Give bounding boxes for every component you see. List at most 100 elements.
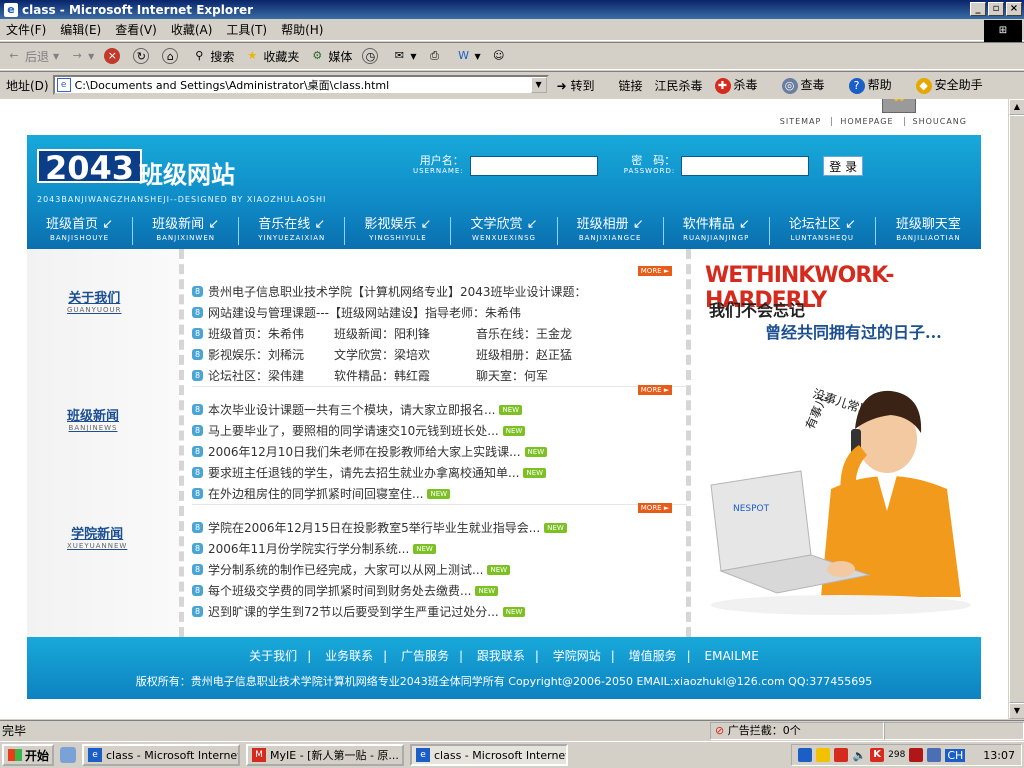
news-item[interactable]: 8 马上要毕业了，要照相的同学请速交10元钱到班长处... NEW (192, 420, 687, 441)
task-myie[interactable]: M MyIE - [新人第一贴 - 原... (246, 744, 404, 766)
address-bar: 地址(D) e C:\Documents and Settings\Admini… (0, 71, 1024, 98)
antivirus-button[interactable]: ✚ 杀毒 (714, 76, 770, 94)
home-button[interactable]: ⌂ (162, 48, 181, 64)
vertical-scrollbar[interactable]: ▲ ▼ (1008, 99, 1024, 719)
minimize-button[interactable]: _ (970, 2, 986, 16)
news-item[interactable]: 8 学分制系统的制作已经完成，大家可以从网上测试... NEW (192, 559, 687, 580)
search-button[interactable]: ⚲ 搜索 (191, 48, 234, 65)
quicklaunch-ie-icon[interactable] (60, 747, 76, 763)
menu-file[interactable]: 文件(F) (6, 21, 46, 38)
more-button-class-news[interactable]: MORE ► (638, 385, 672, 395)
security-assistant-button[interactable]: ◆ 安全助手 (915, 76, 995, 94)
forward-dropdown-icon[interactable]: ▼ (88, 52, 94, 61)
tray-app-icon[interactable] (834, 748, 849, 762)
go-button[interactable]: ➜ 转到 (557, 77, 607, 94)
download-icon[interactable]: ⇊ (882, 99, 916, 113)
section-label-class-news[interactable]: 班级新闻 BANJINEWS (67, 405, 119, 432)
section-subtitle: GUANYUOUR (67, 306, 122, 314)
mail-button[interactable]: ✉ ▼ (391, 48, 417, 64)
maximize-button[interactable]: ▫ (988, 2, 1004, 16)
news-item[interactable]: 8 2006年11月份学院实行学分制系统... NEW (192, 538, 687, 559)
nav-luntanshequ[interactable]: 论坛社区 ↙ LUNTANSHEQU (768, 217, 875, 245)
nav-label: 影视娱乐 (364, 217, 417, 232)
menu-edit[interactable]: 编辑(E) (60, 21, 101, 38)
tray-network-icon[interactable] (927, 748, 942, 762)
news-item[interactable]: 8 学院在2006年12月15日在投影教室5举行毕业生就业指导会... NEW (192, 517, 687, 538)
links-button[interactable]: 链接 (619, 77, 643, 94)
history-button[interactable]: ◷ (362, 48, 381, 64)
nav-banjixinwen[interactable]: 班级新闻 ↙ BANJIXINWEN (132, 217, 238, 245)
news-item[interactable]: 8 2006年12月10日我们朱老师在投影教师给大家上实践课... NEW (192, 441, 687, 462)
start-button[interactable]: 开始 (2, 744, 54, 766)
tray-qq-icon[interactable] (816, 748, 831, 762)
nav-banjishouye[interactable]: 班级首页 ↙ BANJISHOUYE (27, 217, 132, 245)
shoucang-link[interactable]: SHOUCANG (903, 117, 968, 126)
messenger-button[interactable]: ☺ (491, 48, 510, 64)
tray-k-icon[interactable]: K (870, 748, 885, 762)
username-input[interactable] (469, 156, 598, 176)
scroll-down-icon[interactable]: ▼ (1009, 703, 1024, 719)
scroll-thumb[interactable] (1009, 115, 1024, 703)
footer-link-about[interactable]: 关于我们 (239, 649, 307, 663)
news-item[interactable]: 8 迟到旷课的学生到72节以后要受到学生严重记过处分... NEW (192, 601, 687, 622)
back-dropdown-icon[interactable]: ▼ (53, 52, 59, 61)
footer-link-business[interactable]: 业务联系 (315, 649, 383, 663)
footer-link-value-added[interactable]: 增值服务 (619, 649, 687, 663)
more-button-college-news[interactable]: MORE ► (638, 503, 672, 513)
adblock-panel[interactable]: ⊘ 广告拦截：0个 (710, 721, 884, 740)
scan-button[interactable]: ◎ 查毒 (781, 76, 837, 94)
tray-ie-icon[interactable] (798, 748, 813, 762)
help-button[interactable]: ? 帮助 (848, 76, 904, 94)
forward-button[interactable]: → ▼ (69, 48, 95, 64)
edit-button[interactable]: W ▼ (456, 48, 481, 64)
footer-link-college[interactable]: 学院网站 (543, 649, 611, 663)
menu-favorites[interactable]: 收藏(A) (171, 21, 213, 38)
window-controls: _ ▫ × (970, 2, 1022, 16)
nav-yingshiyule[interactable]: 影视娱乐 ↙ YINGSHIYULE (344, 217, 450, 245)
nav-yinyuezaixian[interactable]: 音乐在线 ↙ YINYUEZAIXIAN (238, 217, 344, 245)
media-button[interactable]: ⚙ 媒体 (309, 48, 352, 65)
news-item[interactable]: 8 在外边租房住的同学抓紧时间回寝室住... NEW (192, 483, 687, 504)
refresh-button[interactable]: ↻ (133, 48, 152, 64)
footer-link-contact[interactable]: 跟我联系 (467, 649, 535, 663)
mail-dropdown-icon[interactable]: ▼ (410, 52, 416, 61)
section-label-college-news[interactable]: 学院新闻 XUEYUANNEW (67, 523, 127, 550)
address-input[interactable]: e C:\Documents and Settings\Administrato… (52, 75, 549, 95)
stop-button[interactable]: × (104, 48, 123, 64)
start-label: 开始 (25, 748, 50, 763)
tray-shield-icon[interactable] (909, 748, 924, 762)
nav-ruanjianjingpin[interactable]: 软件精品 ↙ RUANJIANJINGP (662, 217, 769, 245)
menu-help[interactable]: 帮助(H) (281, 21, 323, 38)
language-indicator[interactable]: CH (945, 748, 966, 762)
jiangmin-button[interactable]: 江民杀毒 (655, 77, 703, 94)
more-button-about[interactable]: MORE ► (638, 266, 672, 276)
menu-tools[interactable]: 工具(T) (226, 21, 267, 38)
section-label-about[interactable]: 关于我们 GUANYUOUR (67, 287, 121, 314)
nav-banjiliaotianshi[interactable]: 班级聊天室 BANJILIAOTIAN (874, 217, 981, 245)
footer-link-email[interactable]: EMAILME (695, 649, 769, 663)
nav-wenxuexinshang[interactable]: 文学欣赏 ↙ WENXUEXINSG (450, 217, 556, 245)
task-class-ie-2[interactable]: e class - Microsoft Internet ... (410, 744, 568, 766)
news-item[interactable]: 8 本次毕业设计课题一共有三个模块，请大家立即报名... NEW (192, 399, 687, 420)
nav-banjixiangce[interactable]: 班级相册 ↙ BANJIXIANGCE (556, 217, 663, 245)
list-item: 8 班级首页：朱希伟 班级新闻：阳利锋 音乐在线：王金龙 (192, 323, 687, 344)
edit-dropdown-icon[interactable]: ▼ (475, 52, 481, 61)
footer-link-ads[interactable]: 广告服务 (391, 649, 459, 663)
address-dropdown-icon[interactable]: ▼ (530, 77, 547, 93)
scroll-up-icon[interactable]: ▲ (1009, 99, 1024, 115)
favorites-button[interactable]: ★ 收藏夹 (244, 48, 299, 65)
task-class-ie-1[interactable]: e class - Microsoft Internet ... (82, 744, 240, 766)
close-button[interactable]: × (1006, 2, 1022, 16)
password-input[interactable] (681, 156, 810, 176)
homepage-link[interactable]: HOMEPAGE (831, 117, 893, 126)
status-text: 完毕 (2, 724, 27, 738)
news-item[interactable]: 8 要求班主任退钱的学生，请先去招生就业办拿离校通知单... NEW (192, 462, 687, 483)
menu-view[interactable]: 查看(V) (115, 21, 157, 38)
print-button[interactable]: ⎙ (427, 48, 446, 64)
volume-icon[interactable]: 🔈 (852, 749, 866, 762)
back-button[interactable]: ← 后退 ▼ (6, 48, 59, 65)
bullet-icon: 8 (192, 446, 203, 457)
news-item[interactable]: 8 每个班级交学费的同学抓紧时间到财务处去缴费... NEW (192, 580, 687, 601)
login-button[interactable]: 登 录 (823, 156, 864, 176)
sitemap-link[interactable]: SITEMAP (772, 117, 822, 126)
